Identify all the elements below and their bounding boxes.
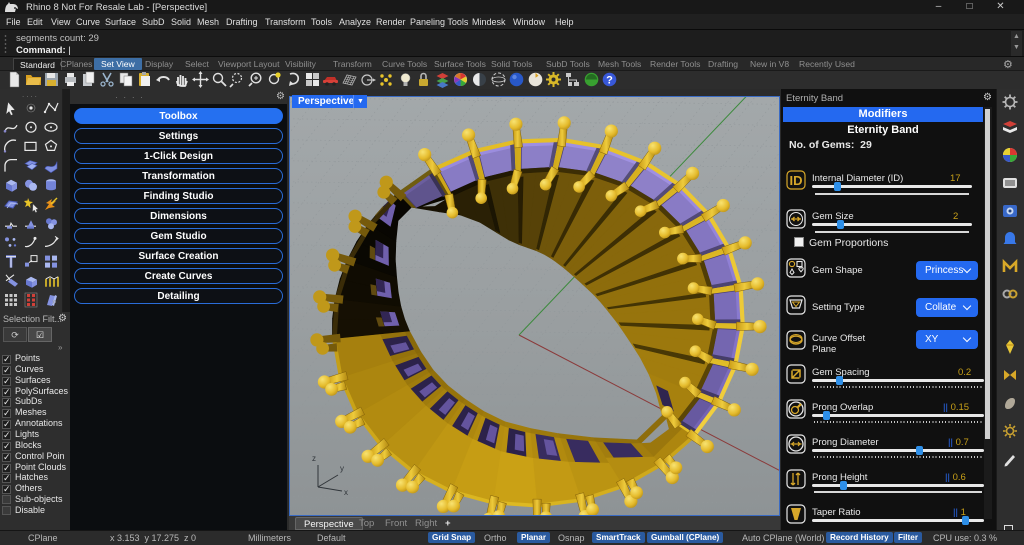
svg-text:y: y <box>340 464 344 473</box>
svg-text:z: z <box>312 454 316 463</box>
svg-text:?: ? <box>606 75 613 87</box>
svg-text:ID: ID <box>790 173 803 188</box>
svg-text:x: x <box>344 488 348 497</box>
